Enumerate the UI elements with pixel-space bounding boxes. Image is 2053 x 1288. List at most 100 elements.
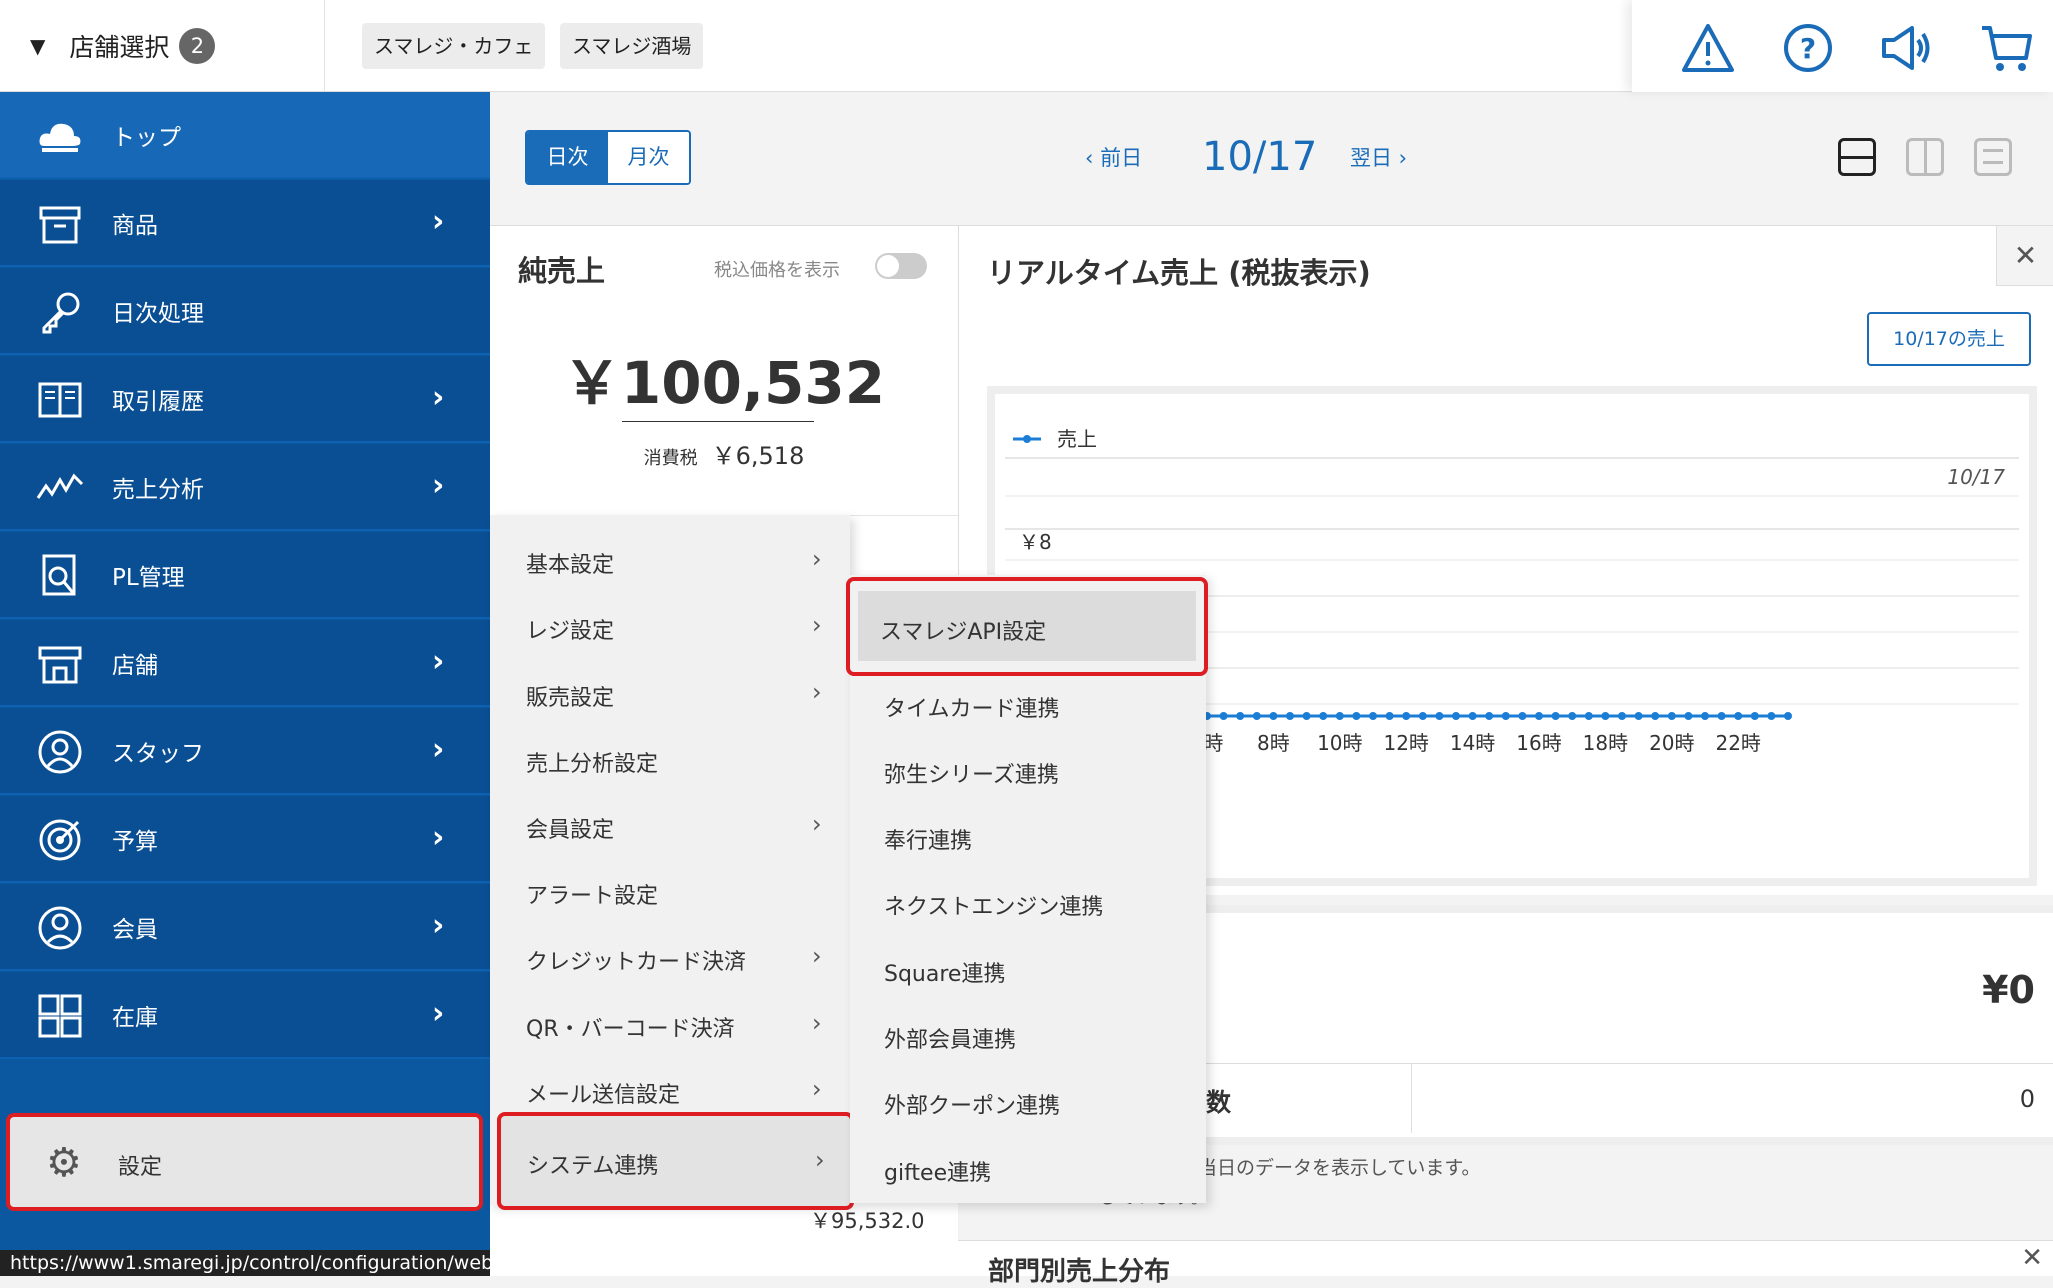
menu-item-basic[interactable]: 基本設定 › bbox=[490, 527, 850, 593]
menu-item-sales-analysis[interactable]: 売上分析設定 bbox=[490, 726, 850, 792]
data-point bbox=[1667, 712, 1676, 720]
x-tick-label: 16時 bbox=[1516, 731, 1561, 755]
gear-icon: ⚙ bbox=[46, 1140, 82, 1186]
sidebar-item-history[interactable]: 取引履歴 › bbox=[0, 356, 490, 443]
menu-item-credit-card[interactable]: クレジットカード決済 › bbox=[490, 924, 850, 990]
net-sales-amount: ￥100,532 bbox=[562, 349, 886, 417]
note-line-1: 当日のデータを表示しています。 bbox=[1198, 1157, 1481, 1179]
trend-icon bbox=[36, 473, 84, 499]
sidebar-item-store[interactable]: 店舗 › bbox=[0, 620, 490, 707]
sidebar-item-label: 店舗 bbox=[112, 653, 158, 679]
menu-item-label: タイムカード連携 bbox=[884, 697, 1060, 722]
prev-day-label: 前日 bbox=[1100, 146, 1143, 170]
data-point bbox=[1319, 712, 1328, 720]
chart-date-label: 10/17 bbox=[1947, 465, 2005, 489]
net-sales-title: 純売上 bbox=[518, 254, 606, 288]
realtime-title: リアルタイム売上 (税抜表示) bbox=[987, 256, 1371, 290]
menu-item-yayoi[interactable]: 弥生シリーズ連携 bbox=[850, 737, 1206, 803]
data-point bbox=[1485, 712, 1494, 720]
count-label: 数 bbox=[1206, 1088, 1232, 1117]
menu-item-label: 基本設定 bbox=[526, 553, 615, 578]
store-count-badge: 2 bbox=[179, 28, 216, 64]
menu-item-label: アラート設定 bbox=[526, 884, 659, 909]
sidebar-item-label: PL管理 bbox=[112, 565, 185, 591]
close-icon[interactable]: ✕ bbox=[2021, 1243, 2043, 1273]
x-tick-label: 8時 bbox=[1257, 731, 1290, 755]
menu-item-member[interactable]: 会員設定 › bbox=[490, 792, 850, 858]
menu-item-bugyo[interactable]: 奉行連携 bbox=[850, 803, 1206, 869]
chevron-right-icon: › bbox=[812, 545, 822, 573]
sidebar-item-sales-analysis[interactable]: 売上分析 › bbox=[0, 444, 490, 531]
next-day-button[interactable]: 翌日 › bbox=[1350, 142, 1407, 172]
menu-item-timecard[interactable]: タイムカード連携 bbox=[850, 671, 1206, 737]
cart-icon[interactable] bbox=[1978, 20, 2034, 76]
store-tag-cafe[interactable]: スマレジ・カフェ bbox=[362, 23, 546, 69]
menu-item-label: システム連携 bbox=[527, 1154, 659, 1179]
sidebar-item-products[interactable]: 商品 › bbox=[0, 180, 490, 267]
menu-item-square[interactable]: Square連携 bbox=[850, 936, 1206, 1002]
sidebar-item-label: 会員 bbox=[112, 917, 158, 943]
chevron-right-icon: › bbox=[432, 204, 445, 239]
sidebar-item-label: 商品 bbox=[112, 213, 158, 239]
menu-item-system-integration[interactable]: システム連携 › bbox=[497, 1112, 854, 1210]
menu-item-label: QR・バーコード決済 bbox=[526, 1017, 735, 1042]
chevron-right-icon: › bbox=[432, 996, 445, 1031]
data-point bbox=[1302, 712, 1311, 720]
sidebar-item-top[interactable]: トップ bbox=[0, 92, 490, 179]
close-icon[interactable]: ✕ bbox=[1996, 226, 2053, 286]
menu-item-smaregi-api[interactable]: スマレジAPI設定 bbox=[846, 577, 1208, 676]
menu-item-alert[interactable]: アラート設定 bbox=[490, 858, 850, 924]
menu-item-next-engine[interactable]: ネクストエンジン連携 bbox=[850, 869, 1206, 935]
day-sales-button[interactable]: 10/17の売上 bbox=[1867, 312, 2031, 366]
sidebar-item-member[interactable]: 会員 › bbox=[0, 884, 490, 971]
monthly-tab[interactable]: 月次 bbox=[608, 132, 689, 183]
menu-item-giftee[interactable]: giftee連携 bbox=[850, 1135, 1206, 1201]
menu-item-external-member[interactable]: 外部会員連携 bbox=[850, 1002, 1206, 1068]
data-point bbox=[1750, 712, 1759, 720]
data-point bbox=[1618, 712, 1626, 720]
sidebar-item-staff[interactable]: スタッフ › bbox=[0, 708, 490, 795]
menu-item-label: ネクストエンジン連携 bbox=[884, 895, 1104, 920]
sidebar-item-settings[interactable]: ⚙ 設定 bbox=[6, 1113, 483, 1211]
chevron-right-icon: › bbox=[812, 611, 822, 639]
store-select-dropdown[interactable]: ▼ 店舗選択 2 bbox=[0, 0, 325, 92]
menu-item-external-coupon[interactable]: 外部クーポン連携 bbox=[850, 1068, 1206, 1134]
help-icon[interactable]: ? bbox=[1780, 20, 1836, 76]
megaphone-icon[interactable] bbox=[1878, 20, 1934, 76]
menu-item-qr-payment[interactable]: QR・バーコード決済 › bbox=[490, 991, 850, 1057]
book-icon bbox=[38, 382, 82, 418]
sidebar-item-pl[interactable]: PL管理 bbox=[0, 532, 490, 619]
layout-rows-icon[interactable] bbox=[1838, 138, 1876, 176]
data-point bbox=[1518, 712, 1527, 720]
daily-tab[interactable]: 日次 bbox=[527, 132, 608, 183]
tax-row: 消費税 ￥6,518 bbox=[490, 436, 958, 471]
warning-icon[interactable] bbox=[1680, 20, 1736, 76]
layout-settings-icon[interactable] bbox=[1974, 138, 2012, 176]
sidebar-item-budget[interactable]: 予算 › bbox=[0, 796, 490, 883]
x-tick-label: 18時 bbox=[1583, 731, 1628, 755]
menu-item-label: スマレジAPI設定 bbox=[880, 620, 1047, 645]
data-point bbox=[1734, 712, 1743, 720]
store-tag-sakaba[interactable]: スマレジ酒場 bbox=[560, 23, 704, 69]
key-icon bbox=[42, 292, 80, 334]
tax-toggle-switch[interactable] bbox=[875, 253, 927, 279]
sidebar-item-label: 売上分析 bbox=[112, 477, 204, 503]
sidebar-item-stock[interactable]: 在庫 › bbox=[0, 972, 490, 1059]
menu-item-sales[interactable]: 販売設定 › bbox=[490, 660, 850, 726]
tax-toggle-label: 税込価格を表示 bbox=[714, 260, 840, 281]
data-point bbox=[1551, 712, 1560, 720]
data-point bbox=[1767, 712, 1776, 720]
prev-day-button[interactable]: ‹ 前日 bbox=[1085, 142, 1142, 172]
data-point bbox=[1584, 712, 1593, 720]
sidebar-item-label: 設定 bbox=[118, 1155, 163, 1180]
data-point bbox=[1501, 712, 1510, 720]
layout-columns-icon[interactable] bbox=[1906, 138, 1944, 176]
menu-item-register[interactable]: レジ設定 › bbox=[490, 593, 850, 659]
menu-item-label: 外部クーポン連携 bbox=[884, 1094, 1061, 1119]
sidebar-item-daily[interactable]: 日次処理 bbox=[0, 268, 490, 355]
sidebar-item-label: 在庫 bbox=[112, 1005, 158, 1031]
data-point bbox=[1717, 712, 1726, 720]
chevron-right-icon: › bbox=[812, 810, 822, 838]
sidebar-item-label: スタッフ bbox=[112, 741, 204, 767]
chevron-right-icon: › bbox=[815, 1146, 825, 1174]
